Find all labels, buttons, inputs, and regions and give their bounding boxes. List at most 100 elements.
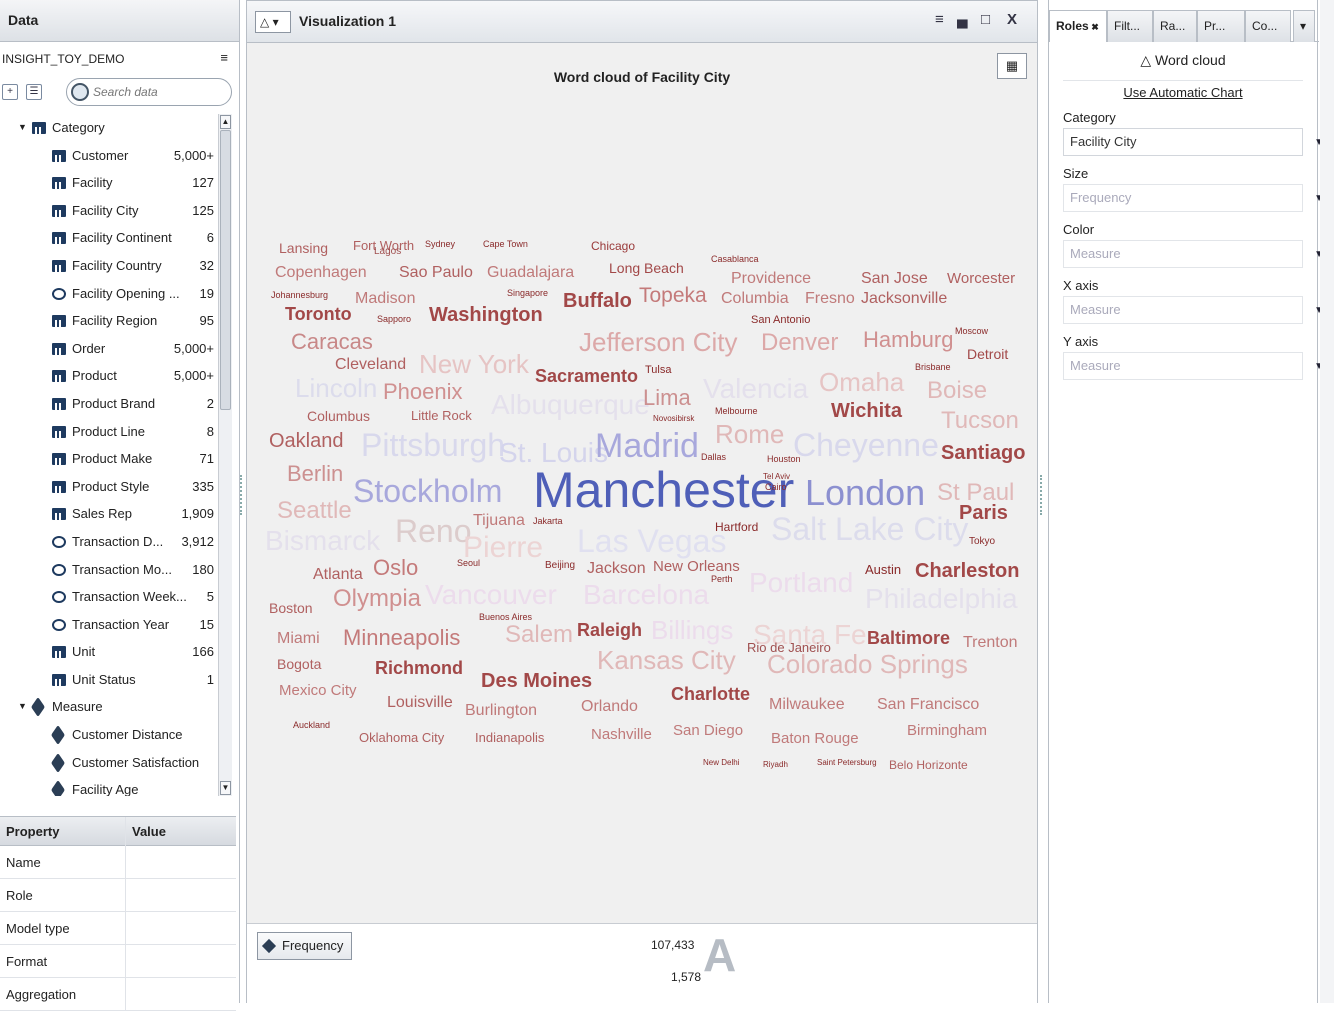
data-item[interactable]: Order 5,000+ <box>14 335 218 363</box>
word-cloud-word[interactable]: Oakland <box>269 431 344 451</box>
close-icon[interactable]: X <box>1007 11 1017 28</box>
word-cloud-word[interactable]: Sapporo <box>377 315 411 324</box>
data-item[interactable]: Transaction D... 3,912 <box>14 528 218 556</box>
word-cloud-word[interactable]: Perth <box>711 575 733 584</box>
word-cloud-word[interactable]: Copenhagen <box>275 265 367 281</box>
word-cloud-word[interactable]: Sao Paulo <box>399 265 473 281</box>
word-cloud-word[interactable]: San Jose <box>861 271 928 287</box>
data-item[interactable]: Customer Satisfaction <box>14 749 218 777</box>
word-cloud-word[interactable]: Phoenix <box>383 381 463 403</box>
word-cloud-word[interactable]: Salt Lake City <box>771 513 968 545</box>
word-cloud-word[interactable]: Berlin <box>287 463 343 485</box>
data-item[interactable]: Facility City 125 <box>14 197 218 225</box>
search-data-input[interactable]: Search data <box>66 78 232 106</box>
word-cloud-word[interactable]: Indianapolis <box>475 731 544 744</box>
word-cloud-word[interactable]: Melbourne <box>715 407 758 416</box>
visualization-type-button[interactable]: △ ▾ <box>255 11 291 33</box>
word-cloud-word[interactable]: San Antonio <box>751 315 810 326</box>
word-cloud-word[interactable]: Cleveland <box>335 357 406 373</box>
word-cloud-word[interactable]: Barcelona <box>583 581 709 609</box>
word-cloud-word[interactable]: Raleigh <box>577 621 642 639</box>
scroll-down-icon[interactable]: ▼ <box>220 781 231 795</box>
new-data-item-icon[interactable]: + <box>2 84 18 100</box>
word-cloud-word[interactable]: Cape Town <box>483 240 528 249</box>
data-item[interactable]: Facility 127 <box>14 169 218 197</box>
word-cloud-word[interactable]: Washington <box>429 305 543 325</box>
color-role-select[interactable]: Measure▼ <box>1063 240 1324 268</box>
word-cloud-word[interactable]: Oklahoma City <box>359 731 444 744</box>
word-cloud-word[interactable]: Richmond <box>375 659 463 677</box>
measure-group[interactable]: ▼ Measure <box>14 693 218 721</box>
word-cloud-word[interactable]: Cairo <box>765 483 787 492</box>
data-item[interactable]: Unit 166 <box>14 638 218 666</box>
data-item[interactable]: Facility Country 32 <box>14 252 218 280</box>
word-cloud-word[interactable]: New Delhi <box>703 759 739 767</box>
data-item[interactable]: Customer 5,000+ <box>14 142 218 170</box>
word-cloud-word[interactable]: Jackson <box>587 561 646 577</box>
data-item[interactable]: Transaction Week... 5 <box>14 583 218 611</box>
word-cloud-word[interactable]: Tijuana <box>473 513 525 529</box>
word-cloud-word[interactable]: Boston <box>269 601 313 615</box>
datasource-selector[interactable]: INSIGHT_TOY_DEMO ≡ <box>0 50 236 72</box>
word-cloud-word[interactable]: New Orleans <box>653 559 740 574</box>
word-cloud-word[interactable]: Bismarck <box>265 527 380 555</box>
word-cloud-word[interactable]: Baton Rouge <box>771 731 859 746</box>
word-cloud-word[interactable]: Guadalajara <box>487 265 574 281</box>
data-item[interactable]: Unit Status 1 <box>14 666 218 694</box>
tabs-overflow-icon[interactable]: ▾ <box>1293 10 1315 42</box>
word-cloud-word[interactable]: Wichita <box>831 401 902 421</box>
word-cloud-word[interactable]: Singapore <box>507 289 548 298</box>
word-cloud-word[interactable]: Trenton <box>963 635 1018 651</box>
word-cloud-word[interactable]: Denver <box>761 331 838 355</box>
word-cloud-word[interactable]: Philadelphia <box>865 585 1018 613</box>
word-cloud-word[interactable]: Atlanta <box>313 567 363 583</box>
word-cloud-word[interactable]: Sacramento <box>535 367 638 385</box>
word-cloud-word[interactable]: Charlotte <box>671 685 750 703</box>
word-cloud-word[interactable]: Billings <box>651 617 733 643</box>
word-cloud-word[interactable]: Manchester <box>533 465 794 515</box>
word-cloud-word[interactable]: Bogota <box>277 657 321 671</box>
data-item[interactable]: Product Make 71 <box>14 445 218 473</box>
right-splitter-handle[interactable] <box>1040 475 1046 515</box>
word-cloud-word[interactable]: Toronto <box>285 305 352 323</box>
word-cloud-word[interactable]: Jacksonville <box>861 291 947 307</box>
minimize-icon[interactable]: ▄ <box>957 11 968 28</box>
word-cloud-word[interactable]: Providence <box>731 271 811 287</box>
word-cloud-word[interactable]: Chicago <box>591 240 635 252</box>
word-cloud-word[interactable]: Las Vegas <box>577 525 726 557</box>
word-cloud-word[interactable]: Baltimore <box>867 629 950 647</box>
word-cloud-word[interactable]: Lagos <box>374 247 401 257</box>
word-cloud-word[interactable]: Lima <box>643 387 691 409</box>
word-cloud-word[interactable]: Novosibirsk <box>653 415 694 423</box>
word-cloud-word[interactable]: Worcester <box>947 271 1015 286</box>
data-item[interactable]: Product Line 8 <box>14 418 218 446</box>
word-cloud-word[interactable]: Tulsa <box>645 365 672 376</box>
word-cloud-word[interactable]: Lincoln <box>295 375 377 401</box>
use-automatic-chart-link[interactable]: Use Automatic Chart <box>1063 80 1303 100</box>
word-cloud-word[interactable]: Nashville <box>591 727 652 742</box>
word-cloud-word[interactable]: Columbia <box>721 291 789 307</box>
data-item[interactable]: Facility Age <box>14 776 218 796</box>
word-cloud-word[interactable]: Little Rock <box>411 409 472 422</box>
y-axis-role-select[interactable]: Measure▼ <box>1063 352 1324 380</box>
word-cloud-word[interactable]: Stockholm <box>353 475 502 507</box>
expand-icon[interactable]: ▼ <box>18 114 27 142</box>
word-cloud-word[interactable]: Jefferson City <box>579 329 737 355</box>
word-cloud-word[interactable]: Seoul <box>457 559 480 568</box>
word-cloud-word[interactable]: Jakarta <box>533 517 563 526</box>
tab-panel-2[interactable]: Ra... <box>1153 10 1197 42</box>
word-cloud-word[interactable]: Charleston <box>915 561 1019 581</box>
word-cloud-word[interactable]: New York <box>419 351 529 377</box>
word-cloud-word[interactable]: Seattle <box>277 499 352 523</box>
word-cloud-word[interactable]: Mexico City <box>279 683 357 698</box>
tab-panel-4[interactable]: Co... <box>1245 10 1291 42</box>
data-item[interactable]: Product Style 335 <box>14 473 218 501</box>
word-cloud-word[interactable]: Oslo <box>373 557 418 579</box>
scroll-thumb[interactable] <box>220 130 231 410</box>
word-cloud-word[interactable]: Detroit <box>967 347 1008 361</box>
word-cloud-word[interactable]: Madison <box>355 291 415 307</box>
word-cloud-word[interactable]: London <box>805 475 925 511</box>
word-cloud-word[interactable]: Omaha <box>819 369 904 395</box>
word-cloud-word[interactable]: San Diego <box>673 723 743 738</box>
word-cloud-word[interactable]: Valencia <box>703 375 808 403</box>
